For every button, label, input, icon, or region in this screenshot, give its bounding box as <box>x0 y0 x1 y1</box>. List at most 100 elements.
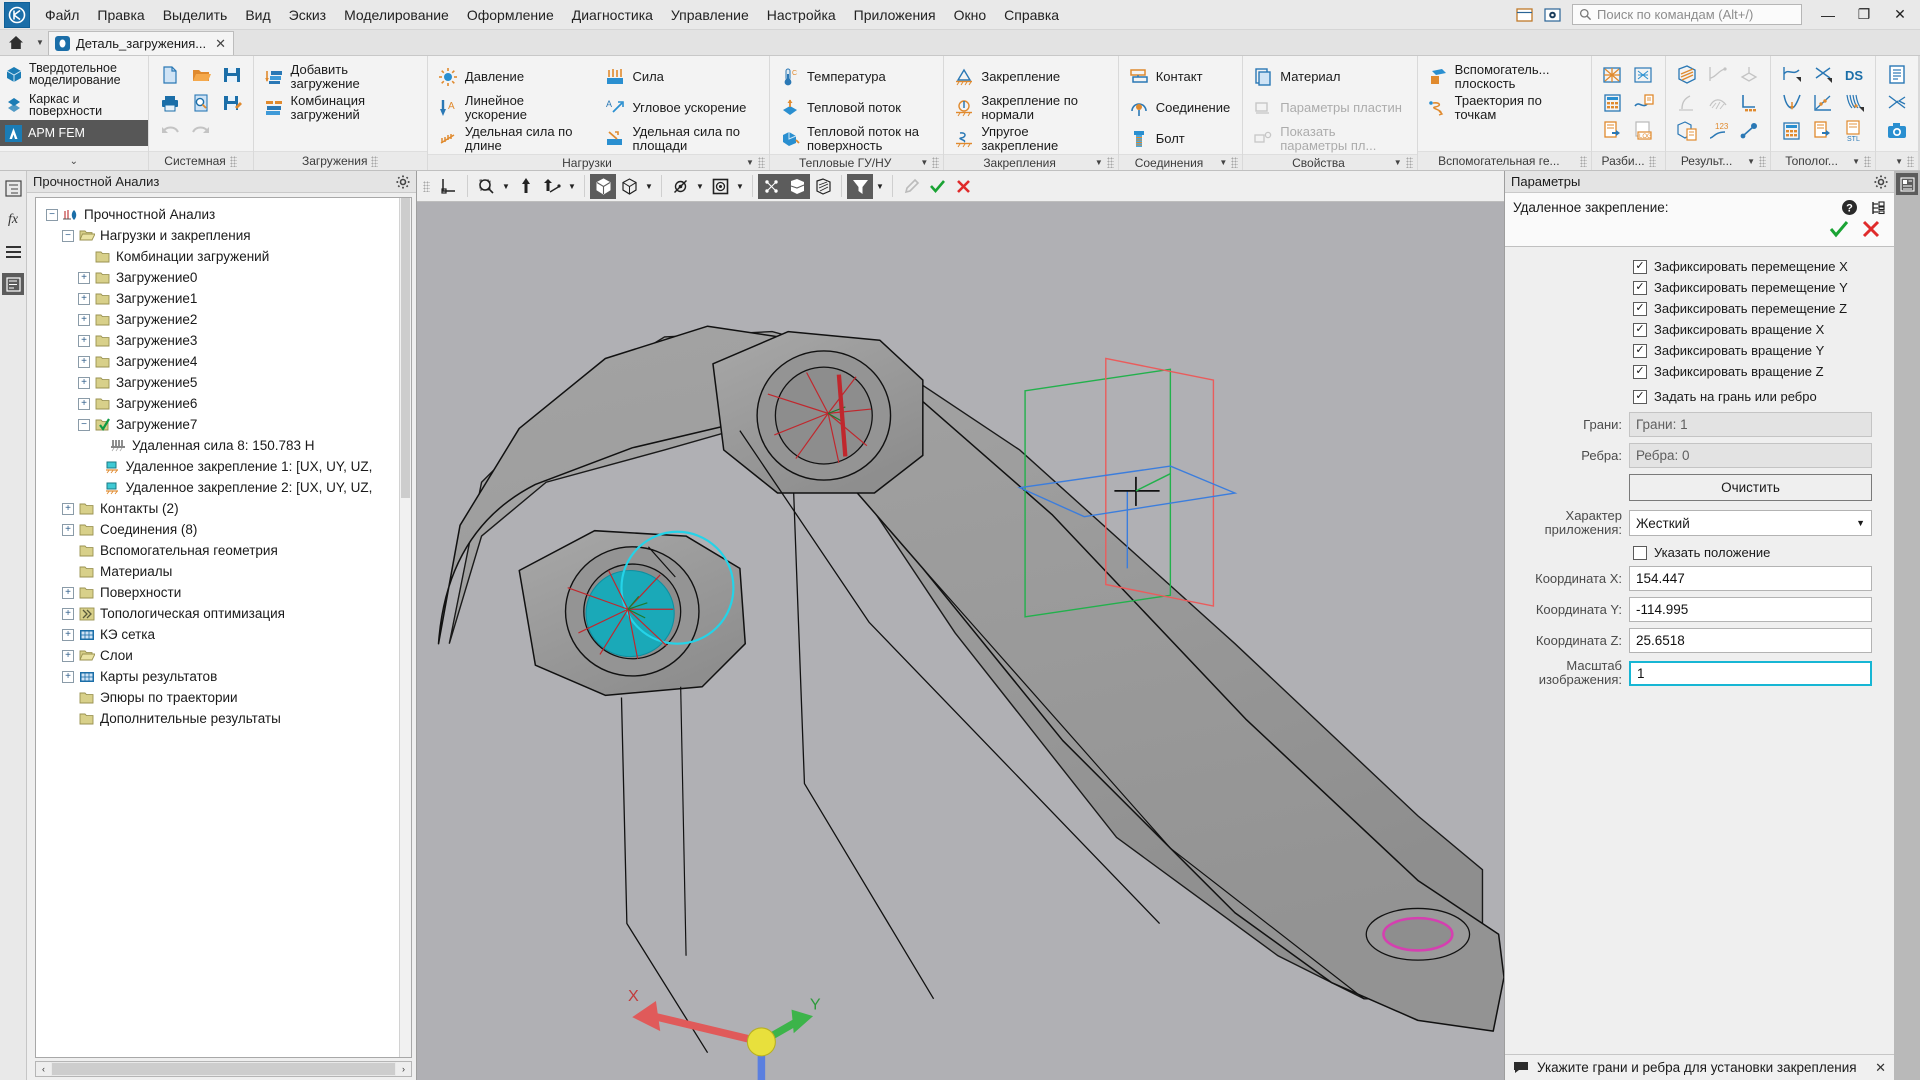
zoom-window-icon[interactable] <box>473 174 499 199</box>
group-grip-icon[interactable] <box>1759 155 1767 167</box>
menu-item-4[interactable]: Эскиз <box>280 3 335 27</box>
expand-node-icon[interactable]: + <box>78 292 90 305</box>
dof-checkbox[interactable]: ✓ <box>1633 280 1647 295</box>
tree-scroll-thumb[interactable] <box>401 198 410 498</box>
export-stl-icon[interactable]: STL <box>1840 118 1868 144</box>
menu-item-9[interactable]: Настройка <box>758 3 845 27</box>
group-grip-icon[interactable] <box>1580 155 1588 167</box>
mode-apm-fem[interactable]: APM FEM <box>0 120 148 146</box>
orientation-dropdown-caret-icon[interactable]: ▼ <box>565 174 579 199</box>
document-properties-icon[interactable] <box>1883 62 1911 88</box>
group-dropdown-icon[interactable]: ▼ <box>1095 158 1103 167</box>
faces-value[interactable]: Грани: 1 <box>1629 412 1872 437</box>
expand-node-icon[interactable]: + <box>78 355 90 368</box>
tree-node[interactable]: Вспомогательная геометрия <box>40 540 409 561</box>
tree-node[interactable]: Дополнительные результаты <box>40 708 409 729</box>
heat-flux-button[interactable]: Тепловой поток <box>777 92 936 123</box>
tree-node[interactable]: + Загружение6 <box>40 393 409 414</box>
expand-node-icon[interactable]: + <box>62 523 74 536</box>
design-tree-icon[interactable] <box>2 177 24 199</box>
group-grip-icon[interactable] <box>229 155 237 167</box>
menu-item-2[interactable]: Выделить <box>154 3 237 27</box>
expand-node-icon[interactable]: + <box>62 670 74 683</box>
specify-position-checkbox[interactable] <box>1633 545 1647 560</box>
tree-node[interactable]: + Соединения (8) <box>40 519 409 540</box>
restore-button[interactable]: ❐ <box>1846 1 1882 29</box>
group-dropdown-icon[interactable]: ▼ <box>1895 157 1903 166</box>
tree-node[interactable]: + КЭ сетка <box>40 624 409 645</box>
edges-value[interactable]: Ребра: 0 <box>1629 443 1872 468</box>
group-dropdown-icon[interactable]: ▼ <box>1747 157 1755 166</box>
parameters-accept-icon[interactable] <box>1828 219 1850 239</box>
face-edge-checkbox[interactable]: ✓ <box>1633 389 1647 404</box>
restraint-button[interactable]: Закрепление <box>951 61 1110 92</box>
menu-item-1[interactable]: Правка <box>88 3 153 27</box>
dof-checkbox[interactable]: ✓ <box>1633 301 1647 316</box>
mode-wireframe-surfaces[interactable]: Каркас и поверхности <box>0 89 148 120</box>
command-search-input[interactable]: Поиск по командам (Alt+/) <box>1572 4 1802 25</box>
slope-icon[interactable] <box>1809 90 1837 116</box>
topology-report-icon[interactable] <box>1809 118 1837 144</box>
save-as-icon[interactable] <box>218 90 246 116</box>
scroll-right-arrow-icon[interactable]: › <box>396 1062 411 1076</box>
tree-node[interactable]: Удаленная сила 8: 150.783 Н <box>40 435 409 456</box>
contact-button[interactable]: Контакт <box>1126 61 1236 92</box>
tree-node[interactable]: + Загружение5 <box>40 372 409 393</box>
specify-position-checkbox-row[interactable]: Указать положение <box>1505 545 1882 560</box>
topology-range-icon[interactable] <box>1809 62 1837 88</box>
log-icon[interactable]: LOG <box>1630 118 1658 144</box>
window-settings-gear-icon[interactable] <box>1538 3 1566 27</box>
ribbon-modes-expand[interactable]: ⌄ <box>0 151 148 170</box>
menu-item-0[interactable]: Файл <box>36 3 88 27</box>
filter-dropdown-caret-icon[interactable]: ▼ <box>873 174 887 199</box>
dof-checkbox-row[interactable]: ✓ Зафиксировать вращение Y <box>1505 343 1882 358</box>
auxiliary-plane-button[interactable]: Вспомогатель... плоскость <box>1425 61 1584 92</box>
dof-checkbox-row[interactable]: ✓ Зафиксировать вращение X <box>1505 322 1882 337</box>
menu-item-12[interactable]: Справка <box>995 3 1068 27</box>
normal-restraint-button[interactable]: Закрепление по нормали <box>951 92 1110 123</box>
topology-calc-icon[interactable] <box>1778 118 1806 144</box>
document-tab[interactable]: Деталь_загружения... ✕ <box>48 31 235 55</box>
variables-fx-icon[interactable]: fx <box>2 209 24 231</box>
open-document-icon[interactable] <box>187 62 215 88</box>
cancel-icon[interactable] <box>950 174 976 199</box>
menu-item-5[interactable]: Моделирование <box>335 3 458 27</box>
tree-hscroll-thumb[interactable] <box>52 1063 395 1075</box>
expand-node-icon[interactable]: + <box>78 271 90 284</box>
parameters-panel-settings-gear-icon[interactable] <box>1874 175 1888 189</box>
section-plane-icon[interactable] <box>1883 90 1911 116</box>
material-button[interactable]: Материал <box>1250 61 1409 92</box>
home-button[interactable] <box>0 30 32 55</box>
report-icon[interactable] <box>1599 118 1627 144</box>
wireframe-icon[interactable] <box>616 174 642 199</box>
dof-checkbox[interactable]: ✓ <box>1633 322 1647 337</box>
expand-node-icon[interactable]: + <box>78 313 90 326</box>
chevron-down-icon[interactable]: ▼ <box>1856 518 1865 528</box>
dof-checkbox-row[interactable]: ✓ Зафиксировать перемещение Z <box>1505 301 1882 316</box>
menu-item-8[interactable]: Управление <box>662 3 758 27</box>
new-document-icon[interactable] <box>156 62 184 88</box>
tree-scroll-area[interactable]: − Прочностной Анализ − Нагрузки и закреплен… <box>35 197 412 1058</box>
image-scale-input[interactable]: 1 <box>1629 660 1872 686</box>
group-dropdown-icon[interactable]: ▼ <box>1394 158 1402 167</box>
3d-viewport[interactable]: X Y <box>417 202 1504 1080</box>
group-dropdown-icon[interactable]: ▼ <box>920 158 928 167</box>
dof-checkbox[interactable]: ✓ <box>1633 259 1647 274</box>
combine-loadcases-button[interactable]: Комбинация загружений <box>261 92 420 123</box>
force-button[interactable]: Сила <box>602 61 762 92</box>
expand-node-icon[interactable]: + <box>62 502 74 515</box>
clear-selection-button[interactable]: Очистить <box>1629 474 1872 501</box>
result-table-icon[interactable] <box>1735 90 1763 116</box>
save-document-icon[interactable] <box>218 62 246 88</box>
calculate-icon[interactable] <box>1599 90 1627 116</box>
tree-node[interactable]: + Поверхности <box>40 582 409 603</box>
minimize-button[interactable]: — <box>1810 1 1846 29</box>
tree-node[interactable]: Материалы <box>40 561 409 582</box>
temperature-button[interactable]: C Температура <box>777 61 936 92</box>
tree-node[interactable]: − Загружение7 <box>40 414 409 435</box>
path-by-points-button[interactable]: Траектория по точкам <box>1425 92 1584 123</box>
mesh-quality-icon[interactable] <box>1630 62 1658 88</box>
group-dropdown-icon[interactable]: ▼ <box>1852 157 1860 166</box>
application-type-select[interactable]: Жесткий ▼ <box>1629 510 1872 536</box>
tree-vertical-scrollbar[interactable] <box>399 198 411 1057</box>
